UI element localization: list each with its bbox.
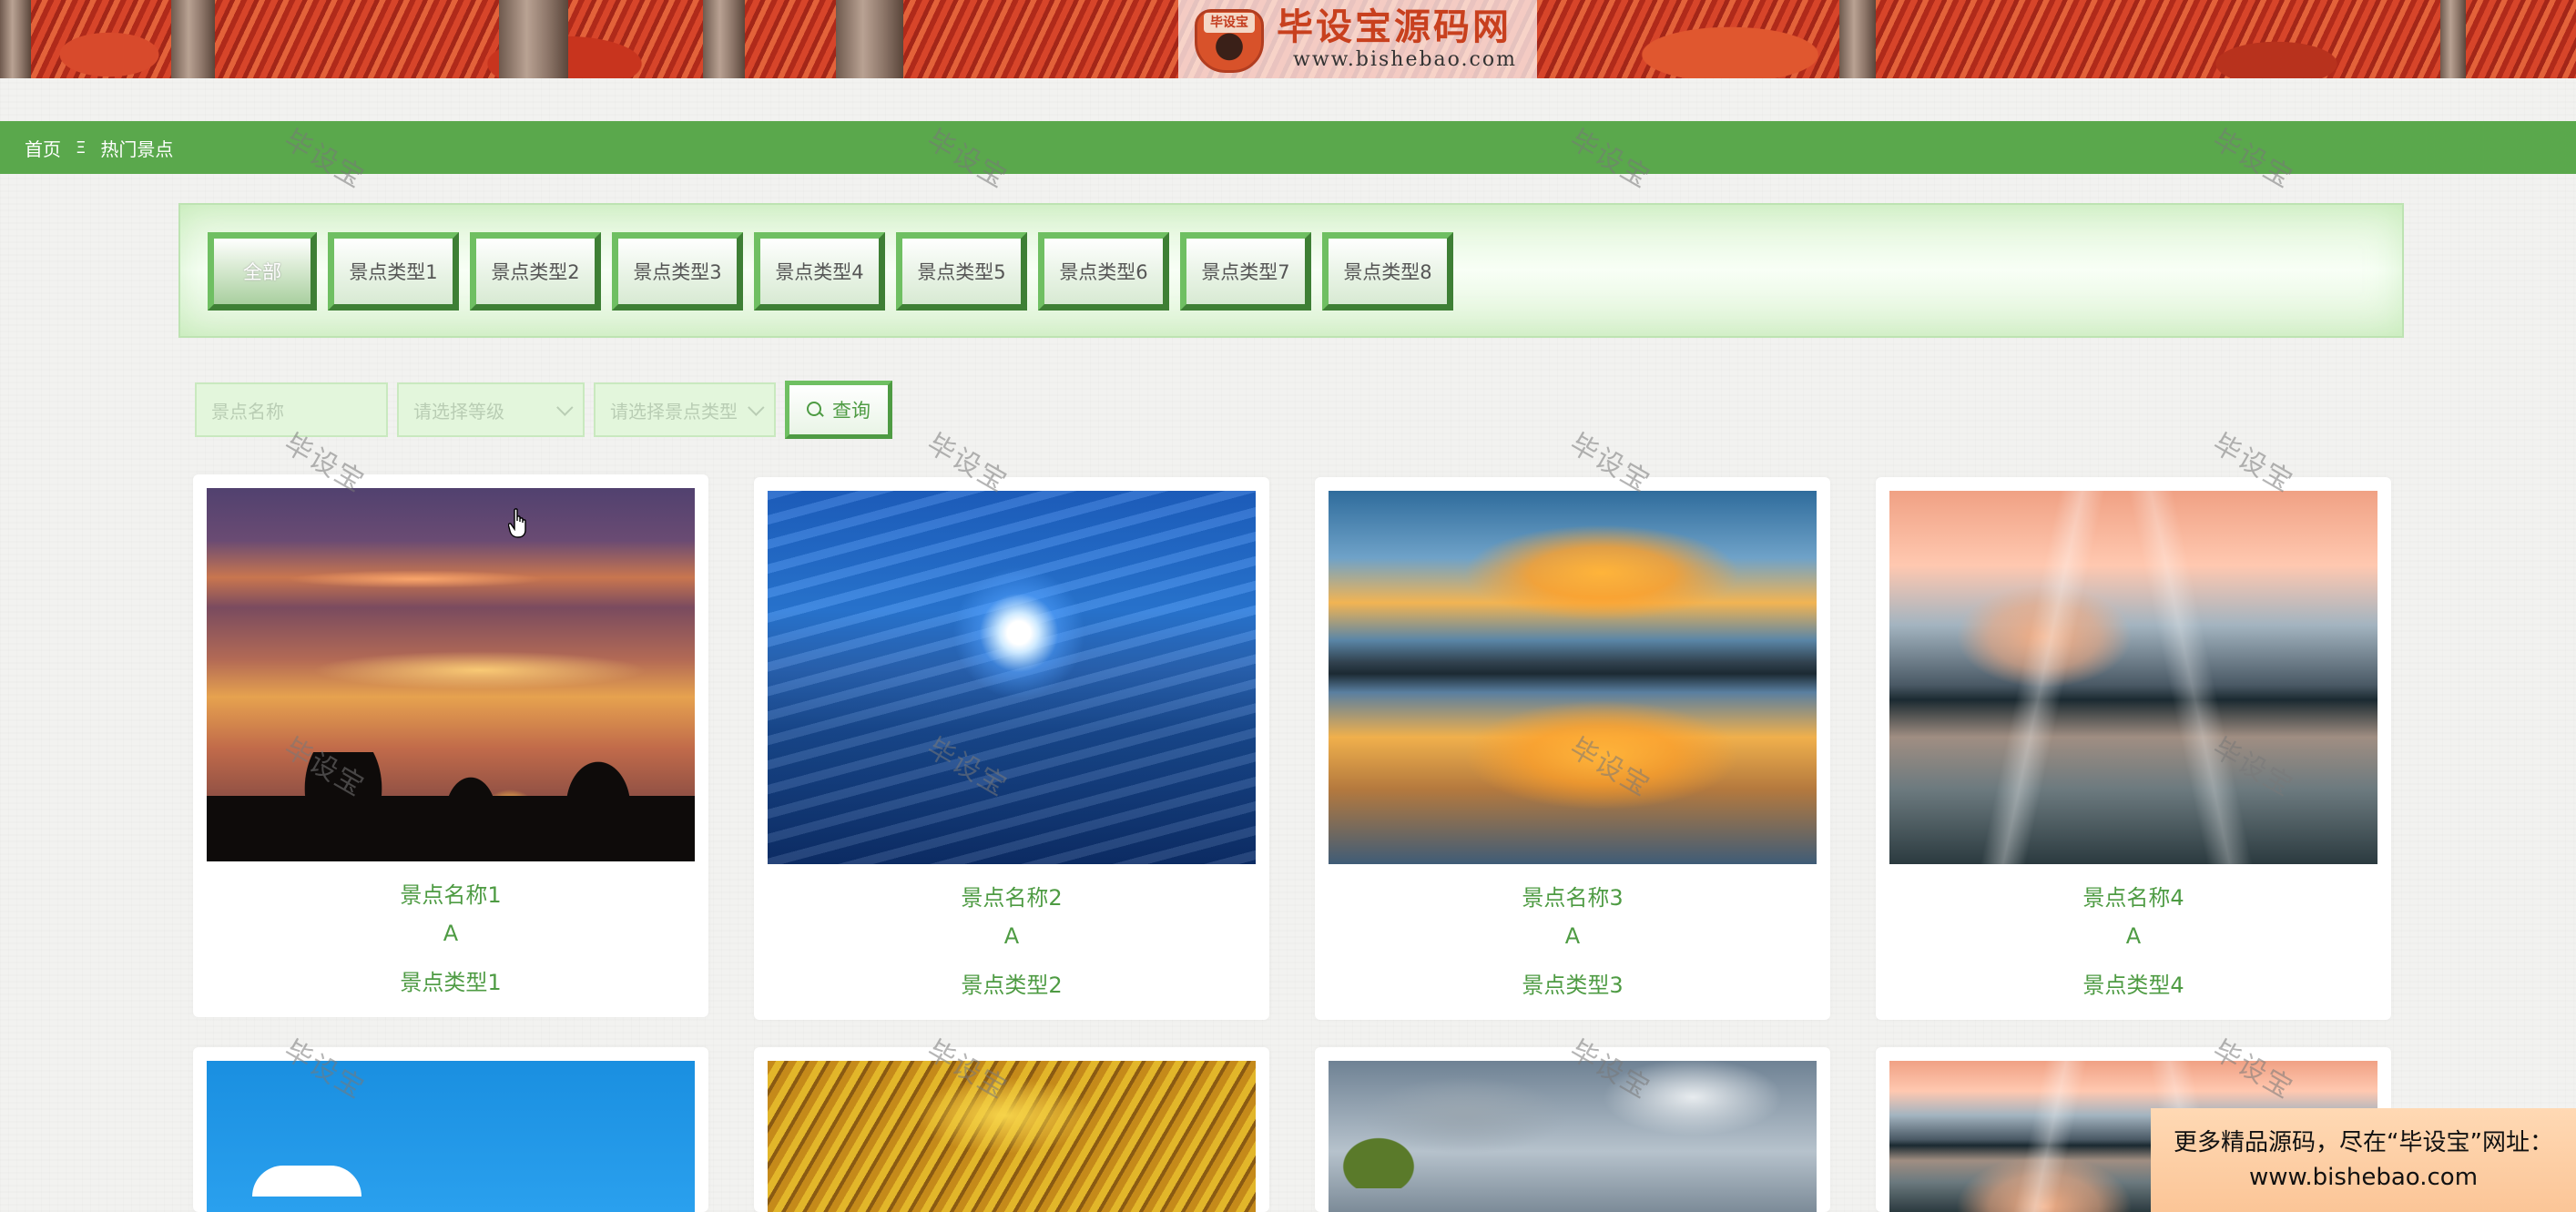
logo-tag: 毕设宝 [1204, 13, 1255, 33]
type-select-placeholder: 请选择景点类型 [610, 400, 738, 423]
attraction-card[interactable] [1315, 1047, 1830, 1212]
header-banner: 毕设宝 毕设宝源码网 www.bishebao.com [0, 0, 2576, 78]
banner-tree-trunk [499, 0, 568, 78]
category-tab[interactable]: 景点类型8 [1322, 232, 1453, 311]
attraction-name[interactable]: 景点名称4 [1876, 880, 2391, 912]
banner-tree-trunk [2440, 0, 2466, 78]
type-select[interactable]: 请选择景点类型 [594, 382, 776, 437]
search-icon [807, 402, 823, 418]
category-tab[interactable]: 景点类型6 [1038, 232, 1169, 311]
banner-tree-trunk [836, 0, 903, 78]
attraction-card[interactable] [193, 1047, 708, 1212]
attraction-level: A [2125, 923, 2142, 949]
site-logo[interactable]: 毕设宝 毕设宝源码网 www.bishebao.com [1178, 0, 1537, 78]
chevron-down-icon [556, 398, 574, 416]
attraction-card[interactable]: 景点名称1 A 景点类型1 [193, 474, 708, 1017]
breadcrumb: 首页 Ξ 热门景点 [0, 121, 2576, 174]
chevron-down-icon [748, 398, 765, 416]
attraction-name[interactable]: 景点名称3 [1315, 880, 1830, 912]
logo-title: 毕设宝源码网 [1277, 6, 1512, 48]
category-tab[interactable]: 景点类型1 [328, 232, 459, 311]
category-tab[interactable]: 景点类型3 [612, 232, 743, 311]
attraction-type: 景点类型2 [961, 973, 1063, 998]
search-bar: 景点名称 请选择等级 请选择景点类型 查询 [195, 381, 892, 439]
category-tab[interactable]: 景点类型5 [896, 232, 1027, 311]
category-tab[interactable]: 景点类型4 [754, 232, 885, 311]
attraction-level: A [1564, 923, 1581, 949]
promo-url[interactable]: www.bishebao.com [2249, 1160, 2478, 1195]
attraction-card[interactable]: 景点名称2 A 景点类型2 [754, 477, 1269, 1020]
attraction-name[interactable]: 景点名称2 [754, 880, 1269, 912]
banner-tree-trunk [703, 0, 745, 78]
search-button[interactable]: 查询 [785, 381, 892, 439]
breadcrumb-separator: Ξ [76, 137, 87, 158]
attraction-image[interactable] [768, 1061, 1256, 1212]
attraction-image[interactable] [207, 488, 695, 861]
attraction-image[interactable] [1329, 1061, 1817, 1212]
logo-icon: 毕设宝 [1187, 2, 1271, 76]
spot-name-input[interactable]: 景点名称 [195, 382, 388, 437]
attraction-card[interactable] [754, 1047, 1269, 1212]
level-select-placeholder: 请选择等级 [413, 400, 504, 423]
attraction-type: 景点类型3 [1522, 973, 1624, 998]
promo-text: 更多精品源码，尽在“毕设宝”网址： [2174, 1129, 2553, 1156]
attraction-level: A [443, 921, 459, 946]
category-filter-panel: 全部 景点类型1 景点类型2 景点类型3 景点类型4 景点类型5 景点类型6 景… [178, 203, 2404, 338]
hand-cursor-icon [508, 508, 526, 538]
breadcrumb-home-link[interactable]: 首页 [25, 135, 61, 161]
banner-tree-trunk [0, 0, 31, 78]
attraction-card[interactable]: 景点名称3 A 景点类型3 [1315, 477, 1830, 1020]
attraction-image[interactable] [1329, 491, 1817, 864]
logo-url: www.bishebao.com [1293, 48, 1517, 71]
attraction-image[interactable] [768, 491, 1256, 864]
attraction-type: 景点类型4 [2082, 973, 2184, 998]
breadcrumb-current: 热门景点 [100, 137, 174, 160]
attraction-card[interactable]: 景点名称4 A 景点类型4 [1876, 477, 2391, 1020]
attraction-level: A [1003, 923, 1020, 949]
promo-banner[interactable]: 更多精品源码，尽在“毕设宝”网址： www.bishebao.com [2151, 1108, 2576, 1212]
level-select[interactable]: 请选择等级 [397, 382, 585, 437]
attraction-image[interactable] [1889, 491, 2377, 864]
category-tab[interactable]: 景点类型7 [1180, 232, 1311, 311]
search-button-label: 查询 [832, 400, 871, 422]
banner-tree-trunk [1839, 0, 1876, 78]
attraction-image[interactable] [207, 1061, 695, 1212]
category-tab-all[interactable]: 全部 [208, 232, 317, 311]
banner-tree-trunk [171, 0, 215, 78]
attraction-type: 景点类型1 [400, 970, 502, 995]
attraction-name[interactable]: 景点名称1 [193, 877, 708, 909]
category-tab[interactable]: 景点类型2 [470, 232, 601, 311]
